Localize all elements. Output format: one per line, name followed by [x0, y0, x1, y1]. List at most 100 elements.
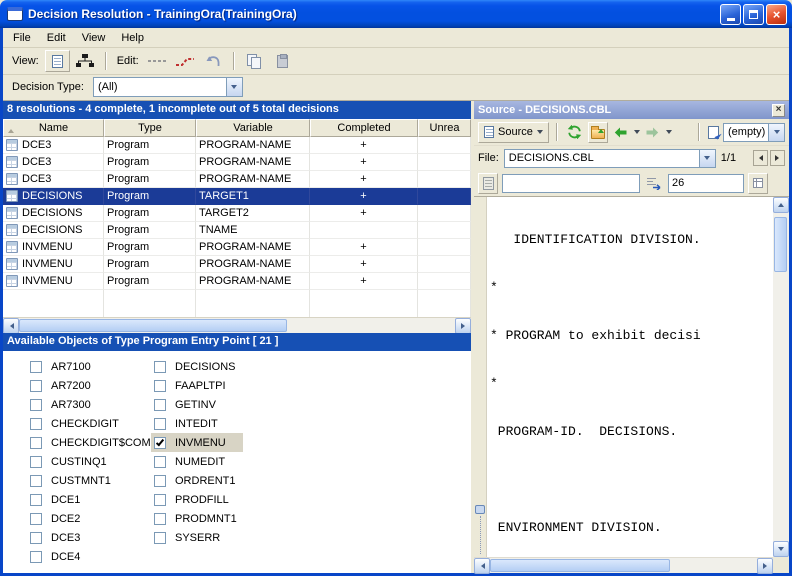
checkbox[interactable] [30, 513, 42, 525]
table-row[interactable]: DCE3 Program PROGRAM-NAME + [3, 137, 471, 154]
checkbox[interactable] [154, 513, 166, 525]
gray-line-tool-button[interactable] [145, 50, 170, 72]
object-item[interactable]: SYSERR [151, 528, 243, 547]
code-hscrollbar[interactable] [474, 557, 773, 573]
close-pane-button[interactable]: × [772, 104, 785, 117]
table-row[interactable]: INVMENU Program PROGRAM-NAME + [3, 256, 471, 273]
goto-line-button[interactable] [644, 173, 664, 194]
scroll-down-button[interactable] [773, 541, 789, 557]
object-item[interactable]: GETINV [151, 395, 243, 414]
object-item[interactable]: DCE1 [27, 490, 170, 509]
scroll-right-button[interactable] [757, 558, 773, 574]
scrollbar-track[interactable] [19, 318, 455, 333]
column-header-name[interactable]: Name [3, 119, 104, 137]
report-view-button[interactable] [45, 50, 70, 72]
object-item[interactable]: DCE3 [27, 528, 170, 547]
column-header-type[interactable]: Type [104, 119, 196, 137]
next-page-button[interactable] [770, 150, 785, 166]
file-select[interactable]: DECISIONS.CBL [504, 149, 716, 168]
chevron-down-icon[interactable] [768, 124, 784, 141]
menu-help[interactable]: Help [113, 29, 152, 47]
paste-button[interactable] [270, 50, 295, 72]
code-vscrollbar[interactable] [773, 197, 789, 557]
options-button[interactable] [748, 173, 768, 194]
column-header-completed[interactable]: Completed [310, 119, 418, 137]
forward-button[interactable] [643, 122, 663, 143]
checkbox[interactable] [154, 399, 166, 411]
line-input[interactable] [668, 174, 744, 193]
table-row-selected[interactable]: DECISIONS Program TARGET1 + [3, 188, 471, 205]
object-item[interactable]: DCE4 [27, 547, 170, 566]
source-code-area[interactable]: IDENTIFICATION DIVISION. * * PROGRAM to … [474, 197, 789, 573]
column-header-variable[interactable]: Variable [196, 119, 310, 137]
object-item[interactable]: CUSTMNT1 [27, 471, 170, 490]
checkbox-checked[interactable] [154, 437, 166, 449]
table-row[interactable]: INVMENU Program PROGRAM-NAME + [3, 239, 471, 256]
prev-page-button[interactable] [753, 150, 768, 166]
menu-edit[interactable]: Edit [39, 29, 74, 47]
back-history-chevron-icon[interactable] [634, 130, 640, 137]
checkbox[interactable] [30, 456, 42, 468]
object-item[interactable]: INTEDIT [151, 414, 243, 433]
undo-button[interactable] [201, 50, 226, 72]
checkbox[interactable] [30, 361, 42, 373]
menu-view[interactable]: View [74, 29, 114, 47]
scrollbar-thumb[interactable] [490, 559, 670, 572]
checkbox[interactable] [154, 361, 166, 373]
checkbox[interactable] [30, 532, 42, 544]
checkbox[interactable] [154, 456, 166, 468]
checkbox[interactable] [30, 475, 42, 487]
checkbox[interactable] [154, 475, 166, 487]
refresh-button[interactable] [565, 122, 585, 143]
decision-type-select[interactable]: (All) [93, 77, 243, 97]
object-item[interactable]: PRODFILL [151, 490, 243, 509]
checkbox[interactable] [30, 437, 42, 449]
scrollbar-thumb[interactable] [774, 217, 787, 272]
checkbox[interactable] [30, 399, 42, 411]
checkbox[interactable] [30, 418, 42, 430]
minimize-button[interactable] [720, 4, 741, 25]
forward-history-chevron-icon[interactable] [666, 130, 672, 137]
object-item[interactable]: AR7200 [27, 376, 170, 395]
table-row[interactable]: DCE3 Program PROGRAM-NAME + [3, 171, 471, 188]
chevron-down-icon[interactable] [699, 150, 715, 167]
scrollbar-thumb[interactable] [19, 319, 287, 332]
source-view-button[interactable]: Source [478, 122, 549, 143]
code-text[interactable]: IDENTIFICATION DIVISION. * * PROGRAM to … [490, 197, 773, 557]
scroll-up-button[interactable] [773, 197, 789, 213]
red-line-tool-button[interactable] [173, 50, 198, 72]
scrollbar-track[interactable] [490, 558, 757, 573]
column-header-unreachable[interactable]: Unrea [418, 119, 471, 137]
titlebar[interactable]: Decision Resolution - TrainingOra(Traini… [0, 0, 792, 28]
diagram-view-button[interactable] [73, 50, 98, 72]
table-row[interactable]: INVMENU Program PROGRAM-NAME + [3, 273, 471, 290]
scrollbar-track[interactable] [773, 213, 789, 541]
scroll-right-button[interactable] [455, 318, 471, 334]
object-item[interactable]: FAAPLTPI [151, 376, 243, 395]
copy-button[interactable] [242, 50, 267, 72]
back-button[interactable] [611, 122, 631, 143]
object-item[interactable]: DCE2 [27, 509, 170, 528]
object-item[interactable]: CHECKDIGIT [27, 414, 170, 433]
chevron-down-icon[interactable] [226, 78, 242, 96]
scroll-left-button[interactable] [474, 558, 490, 574]
object-item[interactable]: CUSTINQ1 [27, 452, 170, 471]
parent-folder-button[interactable] [588, 122, 608, 143]
find-button[interactable] [478, 173, 498, 194]
checkbox[interactable] [154, 380, 166, 392]
checkbox[interactable] [154, 418, 166, 430]
table-row[interactable]: DECISIONS Program TNAME [3, 222, 471, 239]
checkbox[interactable] [30, 494, 42, 506]
menu-file[interactable]: File [5, 29, 39, 47]
checkbox[interactable] [30, 380, 42, 392]
table-row[interactable]: DCE3 Program PROGRAM-NAME + [3, 154, 471, 171]
checkbox[interactable] [30, 551, 42, 563]
object-item[interactable]: DECISIONS [151, 357, 243, 376]
object-item[interactable]: AR7300 [27, 395, 170, 414]
context-select[interactable]: (empty) [723, 123, 785, 142]
object-item[interactable]: AR7100 [27, 357, 170, 376]
object-item[interactable]: PRODMNT1 [151, 509, 243, 528]
table-hscrollbar[interactable] [3, 317, 471, 333]
checkbox[interactable] [154, 532, 166, 544]
object-item[interactable]: CHECKDIGIT$COMPL [27, 433, 170, 452]
